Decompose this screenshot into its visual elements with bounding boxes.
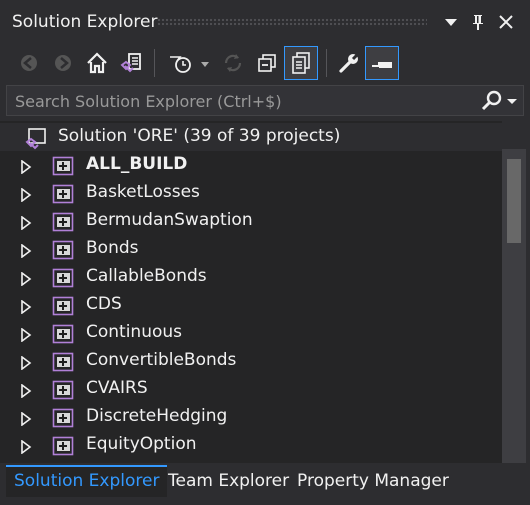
expand-arrow-icon[interactable] [20, 243, 32, 262]
search-options-chevron-down-icon[interactable] [506, 90, 518, 116]
sync-icon[interactable] [218, 46, 248, 80]
project-label: Continuous [86, 322, 183, 342]
window-position-dropdown-icon[interactable] [440, 10, 462, 34]
project-node[interactable]: CVAIRS [0, 375, 502, 403]
tab-team-explorer[interactable]: Team Explorer [160, 465, 297, 497]
search-icon[interactable] [481, 90, 503, 116]
vertical-scrollbar[interactable] [502, 149, 526, 463]
expand-arrow-icon[interactable] [20, 355, 32, 374]
project-label: CallableBonds [86, 266, 207, 286]
toolbar-separator [154, 49, 155, 77]
expand-arrow-icon[interactable] [20, 439, 32, 458]
properties-icon[interactable] [334, 46, 364, 80]
expand-arrow-icon[interactable] [20, 411, 32, 430]
forward-icon[interactable] [48, 46, 78, 80]
project-label: BasketLosses [86, 182, 200, 202]
project-label: CDS [86, 294, 122, 314]
expand-arrow-icon[interactable] [20, 159, 32, 178]
pending-changes-filter-icon[interactable] [166, 46, 214, 80]
home-icon[interactable] [82, 46, 112, 80]
expand-arrow-icon[interactable] [20, 187, 32, 206]
collapse-all-icon[interactable] [252, 46, 282, 80]
expand-arrow-icon[interactable] [20, 383, 32, 402]
title-bar: Solution Explorer [0, 0, 530, 44]
expand-arrow-icon[interactable] [20, 271, 32, 290]
toolbar-separator [326, 49, 327, 77]
drag-grip[interactable] [157, 18, 427, 27]
project-node[interactable]: CallableBonds [0, 263, 502, 291]
project-node[interactable]: BermudanSwaption [0, 207, 502, 235]
project-label: ALL_BUILD [86, 154, 188, 174]
project-node[interactable]: ALL_BUILD [0, 151, 502, 179]
pin-icon[interactable] [467, 10, 489, 34]
project-node[interactable]: BasketLosses [0, 179, 502, 207]
toolbar [0, 44, 530, 84]
project-node[interactable]: CDS [0, 291, 502, 319]
solution-tree: Solution 'ORE' (39 of 39 projects) ALL_B… [0, 121, 502, 463]
project-label: ConvertibleBonds [86, 350, 237, 370]
expand-arrow-icon[interactable] [20, 327, 32, 346]
project-node[interactable]: Continuous [0, 319, 502, 347]
solution-node[interactable]: Solution 'ORE' (39 of 39 projects) [0, 123, 502, 151]
project-label: BermudanSwaption [86, 210, 253, 230]
back-icon[interactable] [14, 46, 44, 80]
project-node[interactable]: Bonds [0, 235, 502, 263]
expand-arrow-icon[interactable] [20, 215, 32, 234]
tab-property-manager[interactable]: Property Manager [289, 465, 457, 497]
project-node[interactable]: EquityOption [0, 431, 502, 459]
project-node-partial[interactable] [0, 459, 502, 463]
tab-solution-explorer[interactable]: Solution Explorer [6, 465, 168, 497]
search-box[interactable] [6, 85, 524, 116]
show-all-files-icon[interactable] [284, 46, 318, 80]
project-node[interactable]: DiscreteHedging [0, 403, 502, 431]
search-input[interactable] [13, 89, 477, 114]
project-node[interactable]: ConvertibleBonds [0, 347, 502, 375]
project-label: DiscreteHedging [86, 406, 228, 426]
solution-label: Solution 'ORE' (39 of 39 projects) [58, 126, 341, 146]
scrollbar-thumb[interactable] [507, 159, 521, 243]
close-icon[interactable] [495, 10, 517, 34]
project-label: EquityOption [86, 434, 197, 454]
preview-selected-icon[interactable] [365, 46, 399, 80]
tab-strip: Solution Explorer Team Explorer Property… [0, 465, 530, 505]
expand-arrow-icon[interactable] [20, 299, 32, 318]
panel-title: Solution Explorer [12, 12, 158, 32]
project-label: CVAIRS [86, 378, 148, 398]
switch-views-icon[interactable] [116, 46, 146, 80]
project-label: Bonds [86, 238, 139, 258]
